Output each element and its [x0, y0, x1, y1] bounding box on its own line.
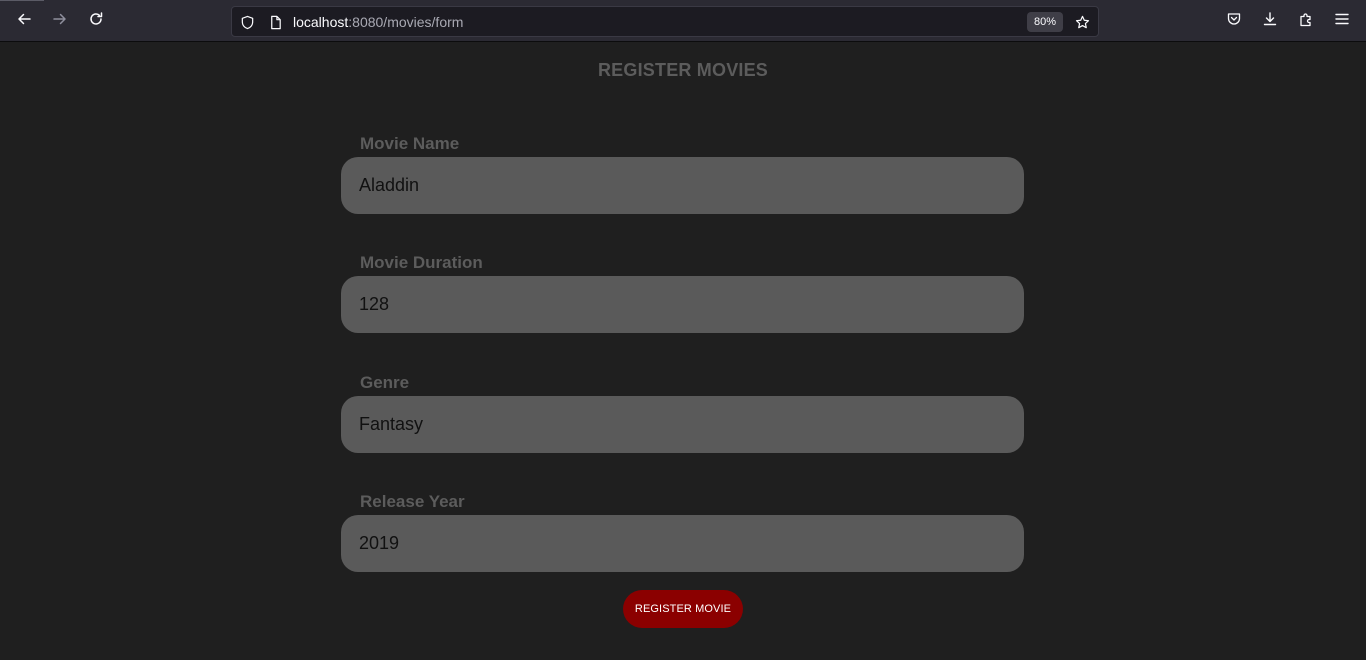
- genre-input[interactable]: [341, 396, 1024, 453]
- url-path: :8080/movies/form: [348, 14, 464, 30]
- release-year-input[interactable]: [341, 515, 1024, 572]
- tab-indicator: [0, 0, 44, 1]
- browser-toolbar: localhost:8080/movies/form 80%: [0, 0, 1366, 42]
- movie-name-label: Movie Name: [360, 134, 460, 153]
- app-menu-button[interactable]: [1328, 7, 1356, 35]
- back-button[interactable]: [10, 7, 38, 35]
- movie-duration-label: Movie Duration: [360, 253, 483, 272]
- shield-icon[interactable]: [238, 13, 256, 31]
- star-icon[interactable]: [1073, 13, 1091, 31]
- pocket-icon: [1226, 11, 1242, 32]
- pocket-button[interactable]: [1220, 7, 1248, 35]
- register-movie-button[interactable]: REGISTER MOVIE: [623, 590, 743, 628]
- back-arrow-icon: [16, 11, 32, 32]
- download-icon: [1262, 11, 1278, 32]
- extensions-button[interactable]: [1292, 7, 1320, 35]
- reload-icon: [88, 11, 104, 32]
- page-content: REGISTER MOVIES Movie Name Movie Duratio…: [0, 42, 1366, 660]
- extensions-icon: [1298, 11, 1314, 32]
- reload-button[interactable]: [82, 7, 110, 35]
- movie-duration-input[interactable]: [341, 276, 1024, 333]
- menu-icon: [1334, 11, 1350, 32]
- movie-name-input[interactable]: [341, 157, 1024, 214]
- url-host: localhost: [293, 14, 349, 30]
- url-text[interactable]: localhost:8080/movies/form: [293, 14, 463, 30]
- downloads-button[interactable]: [1256, 7, 1284, 35]
- url-bar[interactable]: localhost:8080/movies/form 80%: [231, 6, 1099, 37]
- forward-button[interactable]: [46, 7, 74, 35]
- forward-arrow-icon: [52, 11, 68, 32]
- zoom-level-badge[interactable]: 80%: [1027, 12, 1063, 32]
- page-title: REGISTER MOVIES: [597, 60, 769, 80]
- release-year-label: Release Year: [360, 492, 465, 511]
- genre-label: Genre: [360, 373, 410, 392]
- page-icon[interactable]: [266, 13, 284, 31]
